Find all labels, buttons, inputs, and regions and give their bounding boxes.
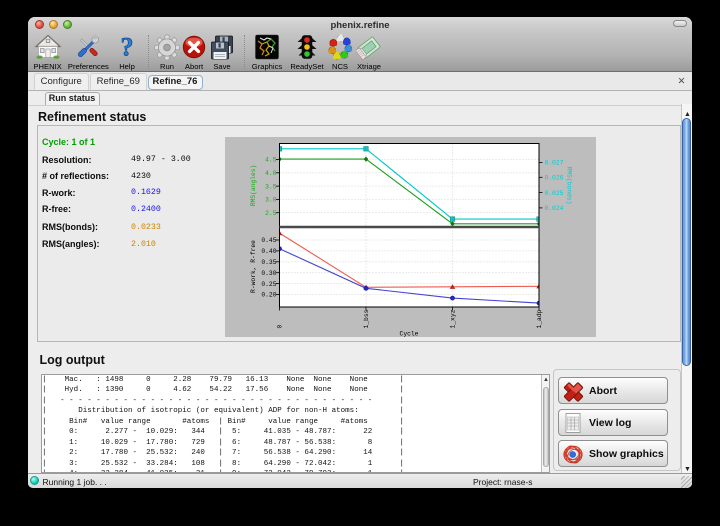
svg-text:R-work, R-free: R-work, R-free: [250, 239, 257, 292]
svg-text:Cycle: Cycle: [399, 330, 418, 337]
svg-text:?: ?: [121, 34, 134, 61]
svg-text:0.45: 0.45: [261, 237, 276, 244]
svg-text:0.026: 0.026: [544, 174, 563, 181]
svg-text:4.5: 4.5: [265, 156, 277, 163]
svg-text:3.0: 3.0: [265, 196, 277, 203]
svg-text:0.027: 0.027: [544, 159, 563, 166]
svg-text:RMS(bonds): RMS(bonds): [565, 166, 572, 204]
svg-text:RMS(angles): RMS(angles): [250, 164, 257, 206]
svg-text:0.024: 0.024: [544, 205, 563, 212]
svg-text:0.20: 0.20: [261, 291, 276, 298]
svg-text:0.40: 0.40: [261, 248, 276, 255]
svg-text:4.0: 4.0: [265, 170, 277, 177]
svg-text:1_xyz: 1_xyz: [449, 309, 456, 328]
svg-text:1_bss: 1_bss: [363, 309, 370, 328]
svg-text:0.25: 0.25: [261, 280, 276, 287]
svg-text:1_adp: 1_adp: [536, 309, 543, 328]
svg-text:2.5: 2.5: [265, 209, 277, 216]
svg-text:0: 0: [276, 324, 283, 328]
svg-text:0.35: 0.35: [261, 259, 276, 266]
svg-text:3.5: 3.5: [265, 183, 277, 190]
svg-text:0.025: 0.025: [544, 189, 563, 196]
svg-text:0.30: 0.30: [261, 269, 276, 276]
